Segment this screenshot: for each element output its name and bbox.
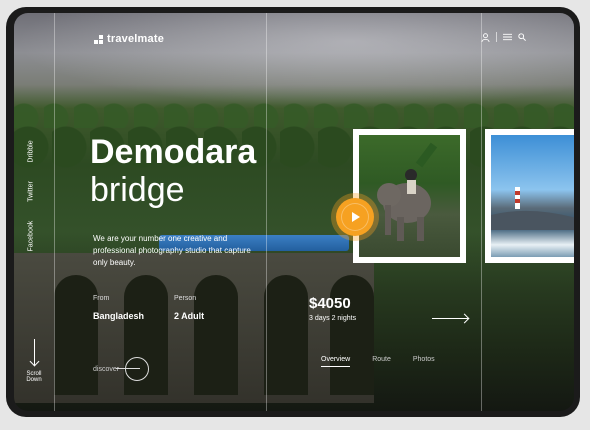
tab-bar: Overview Route Photos [321,356,435,367]
play-button[interactable] [336,198,374,236]
header-icons [481,32,526,42]
logo-text: travelmate [107,33,165,45]
lighthouse-image [491,135,574,257]
logo-mark-icon [94,35,104,45]
social-link-dribble[interactable]: Dribble [28,137,35,167]
header-divider [496,32,497,42]
grid-line [481,13,482,411]
discover-label: discover [93,365,120,373]
price-value: $4050 [309,295,351,312]
title-light: bridge [90,171,185,209]
social-link-twitter[interactable]: Twitter [28,177,35,207]
from-value[interactable]: Bangladesh [93,311,144,321]
bridge-arch [264,275,308,395]
bridge-arch [194,275,238,395]
from-label: From [93,295,110,302]
grid-line [266,13,267,411]
search-icon[interactable] [518,33,526,41]
user-icon[interactable] [481,32,490,42]
page-title: Demodara bridge [90,133,256,209]
lighthouse-icon [491,187,574,230]
tab-photos[interactable]: Photos [413,356,435,367]
discover-button[interactable]: discover [93,357,150,381]
hero-description: We are your number one creative and prof… [93,234,251,267]
scroll-down[interactable]: Scroll Down [22,339,46,383]
menu-icon[interactable] [503,33,512,41]
photo-card-lighthouse[interactable] [485,129,574,263]
elephant-image [359,135,460,257]
person-label: Person [174,295,197,302]
logo[interactable]: travelmate [94,33,164,45]
grid-line [54,13,55,411]
hero-screen: travelmate Dribble Twitter Facebook Demo… [14,13,574,411]
trip-duration: 3 days 2 nights [309,315,357,322]
photo-card-elephant[interactable] [353,129,466,263]
title-bold: Demodara [90,133,257,171]
bridge-arch [54,275,98,395]
arrow-down-icon [33,339,35,365]
bridge-arch [330,275,374,395]
tab-route[interactable]: Route [372,356,391,367]
social-link-facebook[interactable]: Facebook [28,221,35,252]
play-icon [341,203,369,231]
elephant-icon [377,142,438,241]
person-value[interactable]: 2 Adult [174,311,204,321]
discover-circle-icon [116,357,150,381]
tab-overview[interactable]: Overview [321,356,351,367]
next-arrow-icon[interactable] [432,318,468,319]
scroll-label-2: Down [26,377,42,383]
